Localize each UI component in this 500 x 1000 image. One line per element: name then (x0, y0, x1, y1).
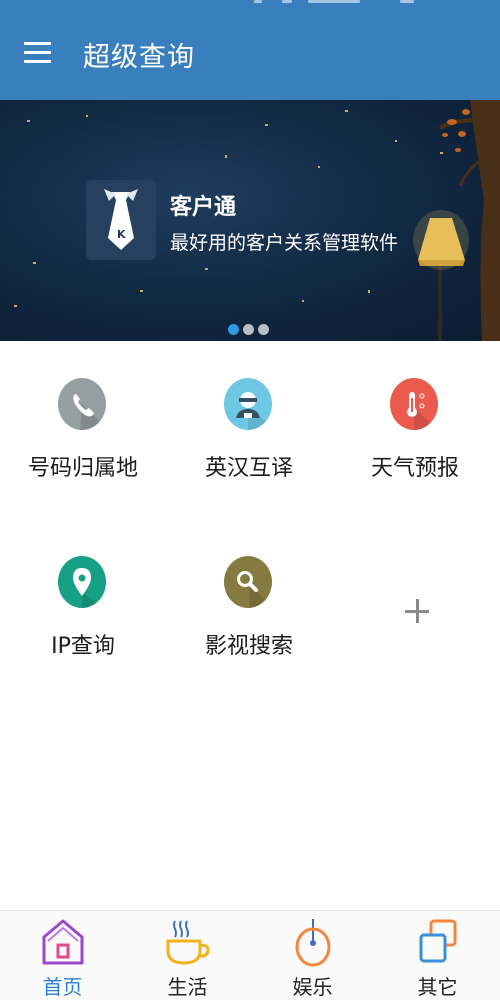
menu-icon[interactable] (24, 40, 54, 66)
tile-label: 影视搜索 (204, 634, 293, 659)
page-title: 超级查询 (83, 42, 195, 73)
nav-item-other[interactable]: 其它 (375, 911, 500, 1000)
tile-label: 英汉互译 (204, 456, 293, 481)
phone-icon (58, 378, 106, 430)
mouse-icon (295, 919, 331, 967)
tie-icon: K (104, 189, 138, 250)
carousel-dot[interactable] (258, 324, 269, 335)
nav-item-entertainment[interactable]: 娱乐 (250, 911, 375, 1000)
tile-label: 号码归属地 (27, 456, 138, 481)
tile-weather[interactable]: 天气预报 (332, 378, 500, 518)
location-pin-icon (58, 556, 106, 608)
tile-video-search[interactable]: 影视搜索 (166, 556, 334, 696)
home-icon (42, 919, 84, 965)
copy-icon (419, 919, 457, 963)
carousel-dot[interactable] (243, 324, 254, 335)
carousel-indicator (228, 320, 273, 335)
status-bar (240, 0, 420, 8)
carousel-dot[interactable] (228, 324, 239, 335)
nav-item-life[interactable]: 生活 (125, 911, 250, 1000)
coffee-cup-icon (166, 920, 210, 965)
thermometer-icon (390, 378, 438, 430)
tile-translate[interactable]: 英汉互译 (166, 378, 334, 518)
tile-label: IP查询 (51, 634, 115, 659)
translator-icon (224, 378, 272, 430)
nav-label: 首页 (42, 975, 83, 999)
search-icon (224, 556, 272, 608)
nav-label: 生活 (167, 975, 208, 999)
nav-label: 娱乐 (292, 975, 333, 999)
banner-decoration (14, 100, 500, 341)
tile-phone-location[interactable]: 号码归属地 (0, 378, 168, 518)
banner-title: 客户通 (170, 195, 237, 220)
tile-label: 天气预报 (370, 456, 459, 481)
tile-ip-lookup[interactable]: IP查询 (0, 556, 168, 696)
plus-icon[interactable] (390, 585, 444, 639)
nav-label: 其它 (417, 975, 458, 999)
app-bar: 超级查询 (0, 0, 500, 100)
bottom-nav: 首页 生活 娱乐 其它 (0, 910, 500, 1000)
nav-item-home[interactable]: 首页 (0, 911, 125, 1000)
promo-banner[interactable]: K 客户通 最好用的客户关系管理软件 (0, 100, 500, 341)
banner-subtitle: 最好用的客户关系管理软件 (170, 232, 399, 254)
logo-letter: K (117, 228, 126, 241)
